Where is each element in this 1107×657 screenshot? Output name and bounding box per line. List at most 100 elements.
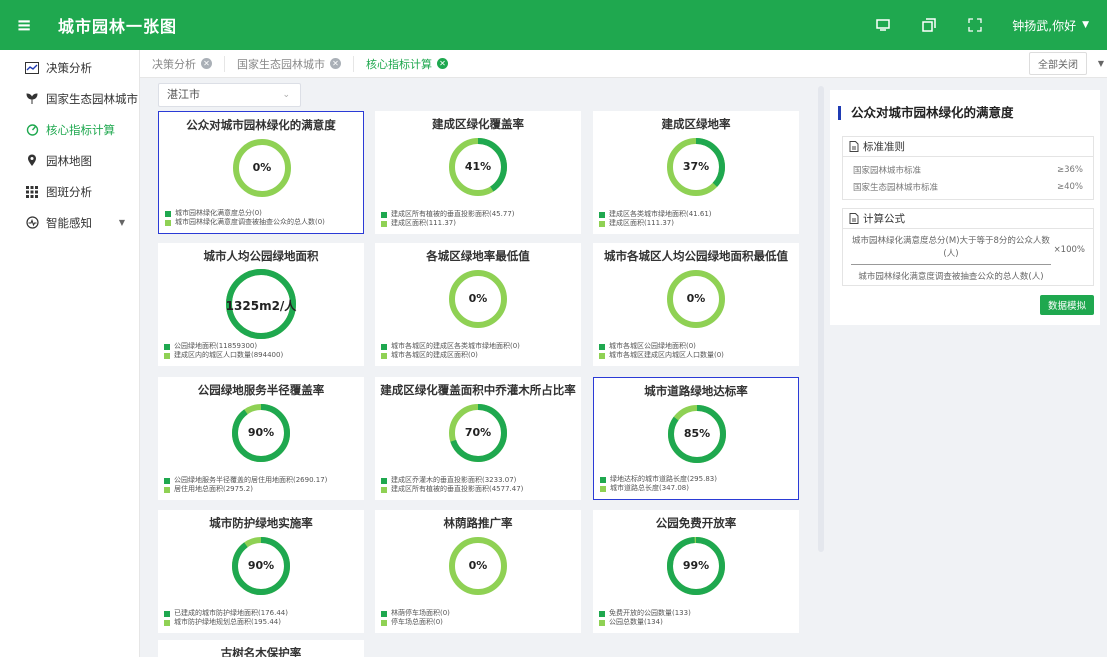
legend-item: 绿地达标的城市道路长度(295.83)	[600, 475, 717, 484]
indicator-card[interactable]: 城市防护绿地实施率 90% 已建成的城市防护绿地面积(176.44) 城市防护绿地规划…	[158, 510, 364, 633]
indicator-card[interactable]: 林荫路推广率 0% 林荫停车场面积(0) 停车场总面积(0)	[375, 510, 581, 633]
standard-head: 标准准则	[843, 137, 1093, 157]
legend-label: 城市道路总长度(347.08)	[610, 484, 689, 492]
sensor-icon	[24, 215, 40, 231]
expand-icon[interactable]	[958, 8, 992, 42]
formula-numerator: 城市园林绿化满意度总分(M)大于等于8分的公众人数(人)	[851, 235, 1051, 265]
card-legend: 城市各城区公园绿地面积(0) 城市各城区建成区内城区人口数量(0)	[599, 342, 724, 360]
simulate-button[interactable]: 数据模拟	[1040, 295, 1094, 315]
legend-item: 公园总数量(134)	[599, 618, 691, 627]
progress-ring: 41%	[447, 136, 509, 198]
legend-label: 公园绿地面积(11859300)	[174, 342, 258, 350]
ring-value: 0%	[468, 559, 488, 572]
card-title: 各城区绿地率最低值	[426, 249, 530, 263]
progress-ring: 37%	[665, 136, 727, 198]
progress-ring: 1325m2/人	[224, 267, 298, 341]
tab-decision[interactable]: 决策分析 ✕	[140, 55, 225, 72]
legend-label: 建成区面积(111.37)	[391, 219, 456, 227]
legend-label: 免费开放的公园数量(133)	[609, 609, 691, 617]
card-title: 建成区绿化覆盖率	[432, 117, 524, 131]
indicator-card[interactable]: 各城区绿地率最低值 0% 城市各城区的建成区各类城市绿地面积(0) 城市各城区的建成区…	[375, 243, 581, 366]
card-title: 公众对城市园林绿化的满意度	[186, 118, 336, 132]
indicator-card[interactable]: 城市道路绿地达标率 85% 绿地达标的城市道路长度(295.83) 城市道路总长度(3…	[593, 377, 799, 500]
legend-swatch	[381, 220, 387, 227]
progress-ring: 90%	[230, 402, 292, 464]
legend-swatch	[164, 610, 170, 617]
chevron-down-icon: ▼	[1082, 20, 1089, 30]
indicator-card[interactable]: 公众对城市园林绿化的满意度 0% 城市园林绿化满意度总分(0) 城市园林绿化满意度调查…	[158, 111, 364, 234]
sidebar-item-core-index[interactable]: 核心指标计算	[0, 114, 139, 145]
progress-ring: 0%	[231, 137, 293, 199]
plant-icon	[24, 91, 40, 107]
user-name: 钟扬武,你好	[1012, 18, 1077, 33]
tab-eco-city[interactable]: 国家生态园林城市 ✕	[225, 55, 354, 72]
legend-swatch	[599, 220, 605, 227]
legend-swatch	[164, 619, 170, 626]
indicator-card[interactable]: 公园免费开放率 99% 免费开放的公园数量(133) 公园总数量(134)	[593, 510, 799, 633]
card-legend: 建成区所有植被的垂直投影面积(45.77) 建成区面积(111.37)	[381, 210, 515, 228]
indicator-card[interactable]: 建成区绿化覆盖率 41% 建成区所有植被的垂直投影面积(45.77) 建成区面积(11…	[375, 111, 581, 234]
legend-item: 建成区面积(111.37)	[599, 219, 712, 228]
card-legend: 建成区乔灌木的垂直投影面积(3233.07) 建成区所有植被的垂直投影面积(457…	[381, 476, 523, 494]
legend-swatch	[599, 343, 605, 350]
indicator-card[interactable]: 建成区绿化覆盖面积中乔灌木所占比率 70% 建成区乔灌木的垂直投影面积(3233.0…	[375, 377, 581, 500]
close-icon[interactable]: ✕	[201, 58, 212, 69]
legend-item: 建成区乔灌木的垂直投影面积(3233.07)	[381, 476, 523, 485]
formula-head: 计算公式	[843, 209, 1093, 229]
menu-icon[interactable]: ≡	[0, 0, 48, 50]
sidebar-item-label: 国家生态园林城市	[46, 91, 138, 106]
legend-swatch	[381, 352, 387, 359]
city-select[interactable]: 湛江市 ⌄	[158, 83, 301, 107]
legend-item: 城市各城区建成区内城区人口数量(0)	[599, 351, 724, 360]
legend-label: 城市各城区的建成区面积(0)	[391, 351, 478, 359]
map-pin-icon	[24, 153, 40, 169]
legend-swatch	[600, 476, 606, 483]
card-title: 城市道路绿地达标率	[644, 384, 748, 398]
formula-box: 计算公式 城市园林绿化满意度总分(M)大于等于8分的公众人数(人) 城市园林绿化…	[842, 208, 1094, 286]
standard-label: 国家园林城市标准	[853, 165, 922, 176]
standard-value: ≥36%	[1056, 164, 1083, 175]
legend-swatch	[164, 343, 170, 350]
standard-value: ≥40%	[1056, 181, 1083, 192]
fullscreen-icon[interactable]	[866, 8, 900, 42]
legend-swatch	[600, 485, 606, 492]
legend-item: 城市各城区的建成区各类城市绿地面积(0)	[381, 342, 520, 351]
card-legend: 林荫停车场面积(0) 停车场总面积(0)	[381, 609, 450, 627]
sidebar-item-decision[interactable]: 决策分析	[0, 52, 139, 83]
card-title: 公园绿地服务半径覆盖率	[197, 383, 325, 397]
standard-label: 国家生态园林城市标准	[853, 182, 939, 193]
close-all-button[interactable]: 全部关闭	[1029, 52, 1087, 75]
legend-item: 建成区所有植被的垂直投影面积(45.77)	[381, 210, 515, 219]
content-scrollbar[interactable]	[818, 86, 824, 552]
sidebar-item-smart-sensing[interactable]: 智能感知 ▼	[0, 207, 139, 238]
close-icon[interactable]: ✕	[437, 58, 448, 69]
formula-multiplier: ×100%	[1053, 245, 1085, 255]
detail-panel: 公众对城市园林绿化的满意度 标准准则 国家园林城市标准 ≥36% 国家生态园林城市…	[830, 90, 1100, 325]
indicator-card[interactable]: 城市人均公园绿地面积 1325m2/人 公园绿地面积(11859300) 建成区内的城…	[158, 243, 364, 366]
legend-label: 居住用地总面积(2975.2)	[174, 485, 253, 493]
sidebar-item-eco-city[interactable]: 国家生态园林城市	[0, 83, 139, 114]
legend-swatch	[599, 619, 605, 626]
indicator-card[interactable]: 古树名木保护率	[158, 640, 364, 657]
tab-core-index[interactable]: 核心指标计算 ✕	[354, 56, 460, 72]
sidebar-item-garden-map[interactable]: 园林地图	[0, 145, 139, 176]
legend-swatch	[164, 486, 170, 493]
user-menu[interactable]: 钟扬武,你好 ▼	[1012, 17, 1089, 34]
sidebar-item-patch-analysis[interactable]: 图斑分析	[0, 176, 139, 207]
legend-swatch	[381, 619, 387, 626]
chevron-down-icon[interactable]: ▼	[1098, 59, 1104, 68]
formula-denominator: 城市园林绿化满意度调查被抽查公众的总人数(人)	[858, 272, 1044, 282]
indicator-card[interactable]: 城市各城区人均公园绿地面积最低值 0% 城市各城区公园绿地面积(0) 城市各城区建成区…	[593, 243, 799, 366]
legend-label: 城市各城区公园绿地面积(0)	[609, 342, 696, 350]
indicator-card[interactable]: 公园绿地服务半径覆盖率 90% 公园绿地服务半径覆盖的居住用地面积(2690.17)…	[158, 377, 364, 500]
ring-value: 0%	[252, 161, 272, 174]
indicator-card[interactable]: 建成区绿地率 37% 建成区各类城市绿地面积(41.61) 建成区面积(111.37)	[593, 111, 799, 234]
legend-swatch	[381, 211, 387, 218]
document-icon	[849, 141, 859, 152]
close-icon[interactable]: ✕	[330, 58, 341, 69]
ring-value: 85%	[683, 427, 711, 440]
progress-ring: 0%	[447, 268, 509, 330]
window-icon[interactable]	[912, 8, 946, 42]
legend-item: 城市各城区公园绿地面积(0)	[599, 342, 724, 351]
tab-label: 决策分析	[152, 57, 196, 71]
